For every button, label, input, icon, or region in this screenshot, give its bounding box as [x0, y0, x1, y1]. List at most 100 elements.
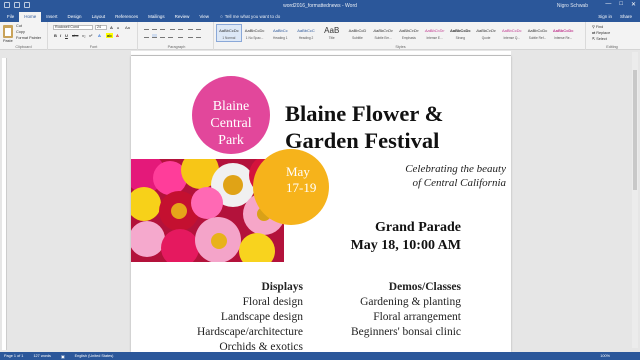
vertical-scrollbar[interactable] [632, 52, 638, 348]
font-name-box[interactable]: Rockwell Cond [53, 25, 93, 30]
paste-label[interactable]: Paste [3, 39, 13, 43]
displays-item: Orchids & exotics [219, 341, 303, 352]
font-size-box[interactable]: 24 [95, 25, 107, 30]
subscript-icon[interactable]: x₂ [82, 33, 86, 38]
editing-label: Editing [606, 45, 618, 49]
bullets-icon[interactable] [144, 26, 149, 30]
dates-circle: May 17-19 [253, 149, 329, 225]
close-icon[interactable]: ✕ [631, 1, 636, 8]
share-button[interactable]: Share [620, 14, 632, 22]
sign-in-link[interactable]: Sign in [598, 14, 612, 22]
tab-home[interactable]: Home [19, 12, 42, 22]
tabs-right: Sign in Share [590, 12, 640, 22]
status-bar: Page 1 of 1 127 words ▣ English (United … [0, 352, 640, 360]
demos-column: Demos/Classes Gardening & planting Flora… [311, 280, 461, 340]
tab-mailings[interactable]: Mailings [143, 12, 170, 22]
tab-file[interactable]: File [2, 12, 19, 22]
bold-icon[interactable]: B [54, 33, 57, 38]
tell-me-box[interactable]: ○ Tell me what you want to do [216, 12, 284, 22]
ribbon-tabs: File Home Insert Design Layout Reference… [0, 12, 640, 22]
paste-icon[interactable] [3, 25, 13, 38]
flyer-title: Blaine Flower & Garden Festival [285, 100, 511, 154]
displays-item: Floral design [242, 296, 303, 308]
align-right-icon[interactable] [160, 34, 165, 38]
grow-font-icon[interactable]: A [110, 25, 113, 30]
displays-item: Landscape design [220, 311, 303, 323]
multilevel-list-icon[interactable] [160, 26, 165, 30]
shrink-font-icon[interactable]: A [117, 26, 119, 30]
borders-icon[interactable] [196, 34, 201, 38]
title-line: Garden Festival [285, 128, 440, 153]
demos-item: Floral arrangement [373, 311, 461, 323]
underline-icon[interactable]: U [65, 33, 68, 38]
proofing-icon[interactable]: ▣ [61, 354, 65, 359]
text-effects-icon[interactable]: A [98, 33, 101, 38]
sort-icon[interactable] [188, 26, 193, 30]
tab-layout[interactable]: Layout [87, 12, 111, 22]
displays-column: Displays Floral design Landscape design … [131, 280, 303, 352]
tab-review[interactable]: Review [170, 12, 195, 22]
select-button[interactable]: ⇱ Select [592, 36, 607, 41]
styles-group: Styles [216, 22, 586, 50]
find-button[interactable]: ⚲ Find [592, 24, 603, 29]
format-painter-button[interactable]: Format Painter [16, 36, 41, 40]
demos-heading: Demos/Classes [388, 281, 461, 293]
justify-icon[interactable] [168, 34, 173, 38]
location-line: Park [218, 133, 244, 148]
tagline-line: of Central California [412, 177, 506, 189]
demos-item: Beginners' bonsai clinic [350, 326, 461, 338]
flyer-tagline: Celebrating the beauty of Central Califo… [331, 162, 506, 190]
change-case-icon[interactable]: Aa [125, 25, 130, 30]
paragraph-group: Paragraph [140, 22, 214, 50]
replace-label: Replace [596, 31, 611, 35]
shading-icon[interactable] [188, 34, 193, 38]
font-color-icon[interactable]: A [116, 33, 119, 38]
clipboard-group: Cut Copy Format Painter Paste Clipboard [0, 22, 48, 50]
vertical-ruler[interactable] [2, 58, 7, 350]
font-label: Font [89, 45, 98, 49]
minimize-icon[interactable]: — [605, 1, 611, 8]
highlight-icon[interactable]: ab [106, 33, 113, 38]
line-spacing-icon[interactable] [178, 34, 183, 38]
scrollbar-thumb[interactable] [633, 70, 637, 190]
maximize-icon[interactable]: □ [619, 1, 623, 8]
tab-references[interactable]: References [110, 12, 143, 22]
decrease-indent-icon[interactable] [170, 26, 175, 30]
font-group: Rockwell Cond 24 A A Aa B I U abc x₂ x² … [50, 22, 138, 50]
find-label: Find [595, 25, 604, 29]
zoom-level[interactable]: 100% [600, 354, 610, 358]
styles-label: Styles [395, 45, 406, 49]
document-page[interactable]: Blaine Central Park May 17-19 Blaine Flo… [131, 56, 511, 352]
align-left-icon[interactable] [144, 34, 149, 38]
italic-icon[interactable]: I [60, 33, 61, 38]
location-circle: Blaine Central Park [192, 76, 270, 154]
word-count[interactable]: 127 words [33, 354, 51, 358]
window-controls: — □ ✕ [605, 1, 636, 8]
copy-button[interactable]: Copy [16, 30, 25, 34]
cut-button[interactable]: Cut [16, 24, 22, 28]
tagline-line: Celebrating the beauty [405, 163, 506, 175]
clipboard-label: Clipboard [15, 45, 32, 49]
language-indicator[interactable]: English (United States) [75, 354, 114, 358]
show-marks-icon[interactable] [196, 26, 201, 30]
strikethrough-icon[interactable]: abc [72, 33, 78, 38]
superscript-icon[interactable]: x² [89, 33, 92, 38]
center-icon[interactable] [152, 34, 157, 38]
numbering-icon[interactable] [152, 26, 157, 30]
tab-insert[interactable]: Insert [41, 12, 62, 22]
location-line: Central [210, 116, 252, 131]
parade-date: May 18, 10:00 AM [350, 238, 461, 253]
paragraph-label: Paragraph [167, 45, 186, 49]
lightbulb-icon: ○ [220, 14, 223, 19]
tab-view[interactable]: View [194, 12, 214, 22]
replace-button[interactable]: ⇄ Replace [592, 30, 610, 35]
user-name[interactable]: Nigro Schwab [557, 3, 588, 9]
page-count[interactable]: Page 1 of 1 [4, 354, 23, 358]
editing-group: ⚲ Find ⇄ Replace ⇱ Select Editing [586, 22, 638, 50]
increase-indent-icon[interactable] [178, 26, 183, 30]
tab-design[interactable]: Design [63, 12, 87, 22]
parade-heading: Grand Parade [375, 220, 461, 235]
displays-heading: Displays [261, 281, 303, 293]
title-line: Blaine Flower & [285, 101, 444, 126]
select-label: Select [596, 37, 607, 41]
